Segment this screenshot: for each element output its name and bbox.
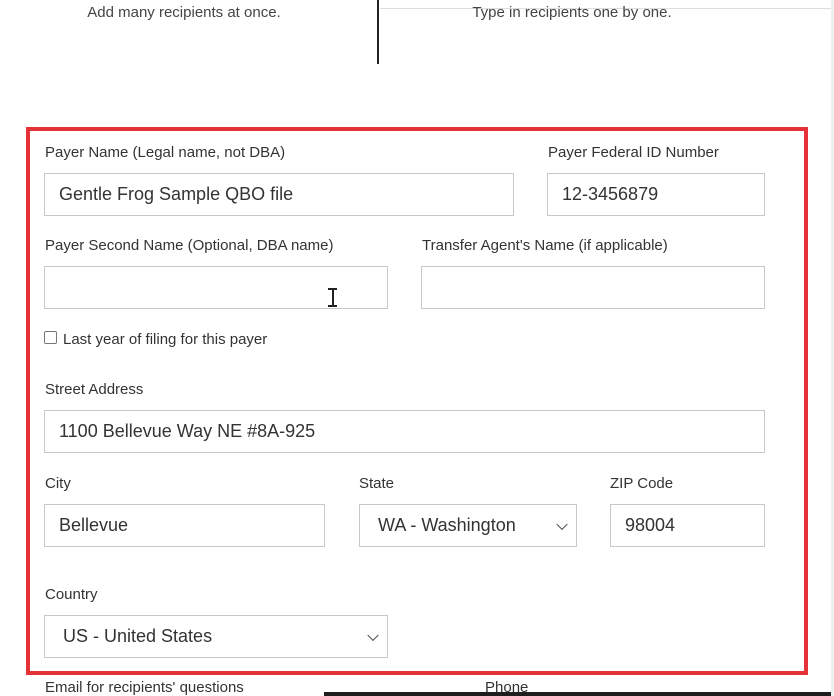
- i-beam-cursor-icon: [327, 287, 338, 307]
- last-year-checkbox[interactable]: [44, 331, 57, 344]
- payer-name-value: Gentle Frog Sample QBO file: [59, 184, 294, 204]
- country-value: US - United States: [63, 626, 213, 646]
- chevron-down-icon: [556, 518, 568, 530]
- email-label: Email for recipients' questions: [45, 679, 244, 696]
- street-address-label: Street Address: [45, 381, 144, 398]
- country-label: Country: [45, 586, 98, 603]
- payer-name-label: Payer Name (Legal name, not DBA): [45, 144, 286, 161]
- zip-input[interactable]: 98004: [610, 504, 765, 547]
- street-address-value: 1100 Bellevue Way NE #8A-925: [59, 421, 316, 441]
- last-year-label: Last year of filing for this payer: [63, 331, 268, 348]
- zip-label: ZIP Code: [610, 475, 674, 492]
- payer-federal-id-label: Payer Federal ID Number: [548, 144, 719, 161]
- state-label: State: [359, 475, 395, 492]
- state-select[interactable]: WA - Washington: [359, 504, 577, 547]
- zip-value: 98004: [625, 515, 676, 535]
- transfer-agent-label: Transfer Agent's Name (if applicable): [422, 237, 668, 254]
- country-select[interactable]: US - United States: [44, 615, 388, 658]
- page: Add many recipients at once. Type in rec…: [0, 0, 834, 696]
- option-divider: [377, 0, 379, 64]
- manual-entry-description: Type in recipients one by one.: [472, 4, 672, 21]
- bulk-upload-description: Add many recipients at once.: [87, 4, 281, 21]
- payer-second-name-label: Payer Second Name (Optional, DBA name): [45, 237, 334, 254]
- payer-federal-id-value: 12-3456879: [562, 184, 659, 204]
- chevron-down-icon: [367, 629, 379, 641]
- city-label: City: [45, 475, 71, 492]
- payer-federal-id-input[interactable]: 12-3456879: [547, 173, 765, 216]
- transfer-agent-input[interactable]: [421, 266, 765, 309]
- city-value: Bellevue: [59, 515, 129, 535]
- state-value: WA - Washington: [378, 515, 516, 535]
- bottom-bar: [324, 692, 834, 696]
- city-input[interactable]: Bellevue: [44, 504, 325, 547]
- street-address-input[interactable]: 1100 Bellevue Way NE #8A-925: [44, 410, 765, 453]
- payer-name-input[interactable]: Gentle Frog Sample QBO file: [44, 173, 514, 216]
